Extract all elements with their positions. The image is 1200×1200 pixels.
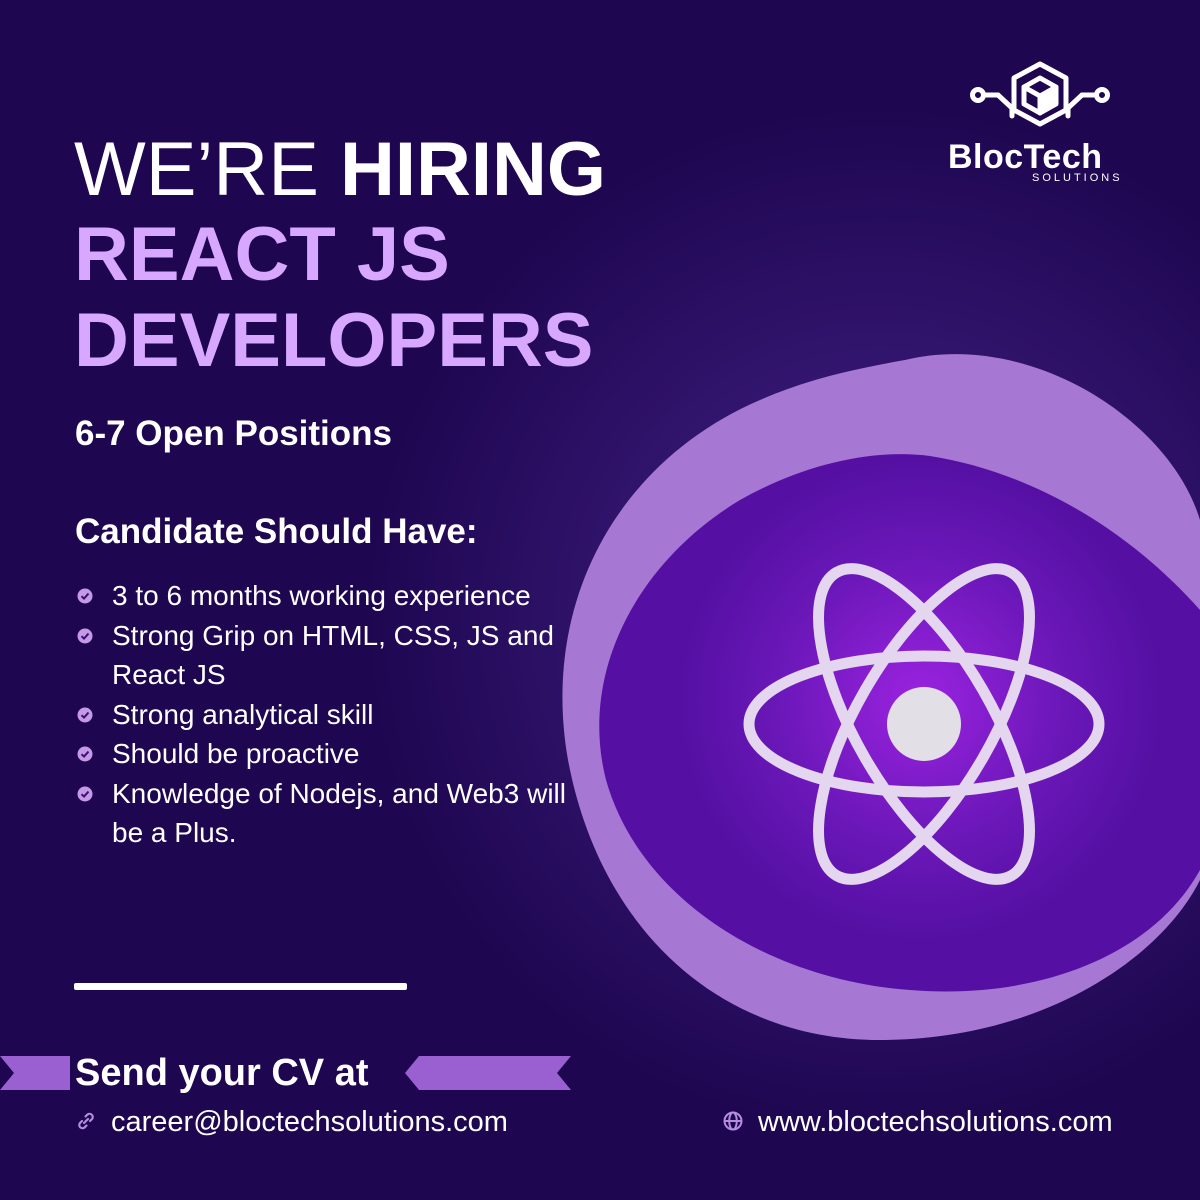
headline: WE’RE HIRING REACT JS DEVELOPERS [74, 128, 606, 384]
brand-tagline: SOLUTIONS [1032, 172, 1123, 184]
role-line2: DEVELOPERS [74, 298, 594, 383]
check-badge-icon [77, 588, 93, 604]
requirement-text: 3 to 6 months working experience [112, 580, 531, 611]
requirement-text: Strong analytical skill [112, 698, 374, 730]
list-item: Should be proactive [75, 734, 575, 774]
requirement-text: Should be proactive [112, 738, 360, 769]
check-badge-icon [77, 746, 93, 762]
check-badge-icon [77, 707, 93, 722]
email-text: career@bloctechsolutions.com [111, 1106, 508, 1138]
divider [74, 983, 407, 990]
ribbon-right [405, 1056, 571, 1090]
headline-prefix: WE’RE [74, 127, 319, 212]
requirements-heading: Candidate Should Have: [75, 512, 478, 551]
website-link[interactable]: www.bloctechsolutions.com [722, 1106, 1113, 1139]
globe-icon [723, 1111, 743, 1131]
check-badge-icon [77, 786, 93, 801]
ribbon-left [0, 1056, 70, 1090]
role-line1: REACT JS [74, 212, 450, 297]
list-item: Strong analytical skill [75, 695, 575, 735]
email-link[interactable]: career@bloctechsolutions.com [75, 1106, 508, 1139]
headline-emphasis: HIRING [340, 127, 607, 212]
list-item: Knowledge of Nodejs, and Web3 will be a … [75, 774, 575, 853]
check-badge-icon [77, 628, 93, 643]
open-positions: 6-7 Open Positions [75, 414, 392, 453]
website-text: www.bloctechsolutions.com [758, 1106, 1113, 1138]
requirement-text: Knowledge of Nodejs, and Web3 will be a … [112, 777, 566, 849]
requirements-list: 3 to 6 months working experience Strong … [75, 576, 575, 853]
headline-line1: WE’RE HIRING [74, 128, 606, 212]
cta-heading: Send your CV at [75, 1052, 369, 1094]
requirement-text: Strong Grip on HTML, CSS, JS and React J… [112, 619, 554, 691]
list-item: Strong Grip on HTML, CSS, JS and React J… [75, 616, 575, 695]
list-item: 3 to 6 months working experience [75, 576, 575, 616]
link-icon [78, 1113, 94, 1130]
react-core [887, 687, 961, 761]
